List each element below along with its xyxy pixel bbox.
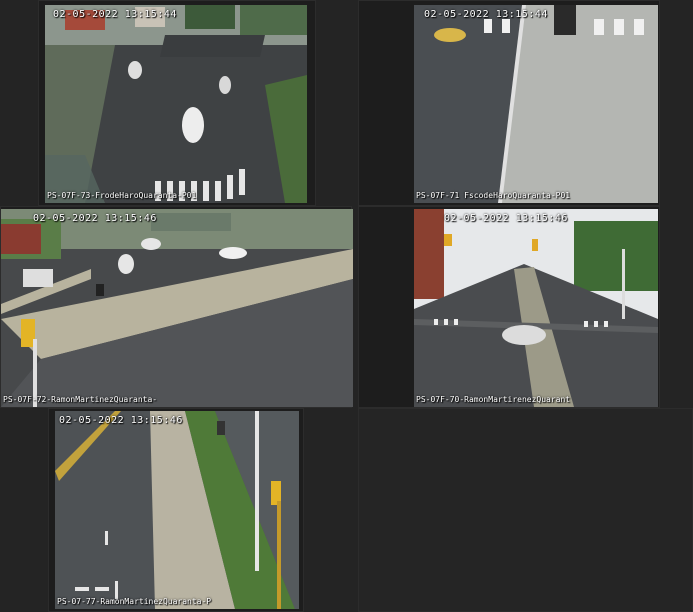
camera-feed-1[interactable]: 02-05-2022 13:15:44 PS-07F-73-FrodeHaroQ… [45,5,307,203]
camera-timestamp: 02-05-2022 13:15:46 [444,213,568,224]
video-frame [45,5,307,203]
camera-label: PS-07F-70-RamonMartirenezQuarant [416,395,571,404]
video-frame [414,5,658,203]
camera-feed-5[interactable]: 02-05-2022 13:15:46 PS-07-77-RamonMartin… [55,411,299,609]
camera-label: PS-07-77-RamonMartinezQuaranta-P [57,597,212,606]
camera-label: PS-07F-71 FscodeHaroQuaranta-P01 [416,191,571,200]
camera-feed-4[interactable]: 02-05-2022 13:15:46 PS-07F-70-RamonMarti… [414,209,658,407]
camera-tile-3[interactable]: 02-05-2022 13:15:46 PS-07F-72-RamonMarti… [0,206,353,408]
camera-tile-5[interactable]: 02-05-2022 13:15:46 PS-07-77-RamonMartin… [48,408,304,612]
camera-tile-empty[interactable] [358,408,693,612]
camera-timestamp: 02-05-2022 13:15:44 [53,9,177,20]
camera-tile-1[interactable]: 02-05-2022 13:15:44 PS-07F-73-FrodeHaroQ… [38,0,316,206]
video-frame [1,209,353,407]
camera-wall: 02-05-2022 13:15:44 PS-07F-73-FrodeHaroQ… [0,0,693,612]
video-frame [55,411,299,609]
camera-timestamp: 02-05-2022 13:15:44 [424,9,548,20]
camera-label: PS-07F-72-RamonMartinezQuaranta- [3,395,158,404]
camera-timestamp: 02-05-2022 13:15:46 [33,213,157,224]
camera-feed-3[interactable]: 02-05-2022 13:15:46 PS-07F-72-RamonMarti… [1,209,353,407]
camera-timestamp: 02-05-2022 13:15:46 [59,415,183,426]
video-frame [414,209,658,407]
camera-tile-4[interactable]: 02-05-2022 13:15:46 PS-07F-70-RamonMarti… [358,206,660,408]
camera-label: PS-07F-73-FrodeHaroQuaranta-P01 [47,191,197,200]
camera-tile-2[interactable]: 02-05-2022 13:15:44 PS-07F-71 FscodeHaro… [358,0,660,206]
camera-feed-2[interactable]: 02-05-2022 13:15:44 PS-07F-71 FscodeHaro… [414,5,658,203]
